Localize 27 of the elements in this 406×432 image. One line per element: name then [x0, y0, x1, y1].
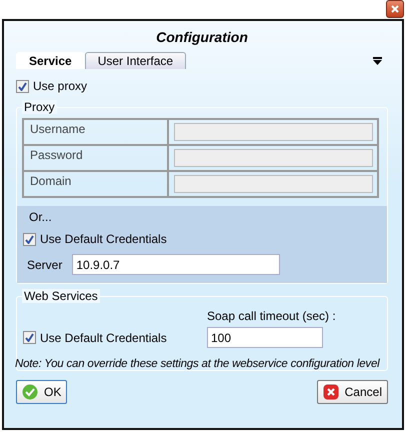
group-title: Web Services	[22, 289, 100, 303]
checkbox-label: Use Default Credentials	[40, 330, 167, 344]
server-field[interactable]: 10.9.0.7	[72, 254, 280, 275]
ok-button[interactable]: OK	[16, 380, 68, 404]
timeout-field[interactable]: 100	[207, 327, 323, 348]
field-label: Username	[23, 119, 168, 145]
close-icon	[322, 384, 339, 400]
field-label: Password	[23, 145, 168, 171]
group-title: Proxy	[22, 100, 57, 114]
checkbox-label: Use proxy	[33, 79, 88, 93]
note-text: Note: You can override these settings at the webservice configuration level	[15, 358, 381, 370]
checkbox-label: Use Default Credentials	[40, 232, 167, 246]
timeout-label: Soap call timeout (sec) :	[207, 309, 337, 323]
checkbox[interactable]	[23, 331, 36, 344]
dropdown-icon[interactable]	[373, 57, 382, 65]
check-icon	[22, 384, 38, 400]
checkbox[interactable]	[16, 80, 29, 92]
server-label: Server	[27, 258, 62, 272]
field-label: Domain	[23, 171, 168, 197]
checkbox[interactable]	[23, 232, 36, 246]
tab[interactable]: User Interface	[84, 52, 186, 69]
cancel-button[interactable]: Cancel	[316, 380, 388, 404]
window-title: Configuration	[155, 29, 249, 47]
close-button[interactable]	[386, 0, 404, 18]
or-label: Or...	[28, 210, 53, 224]
tab[interactable]: Service	[16, 52, 85, 69]
close-icon	[391, 5, 399, 13]
